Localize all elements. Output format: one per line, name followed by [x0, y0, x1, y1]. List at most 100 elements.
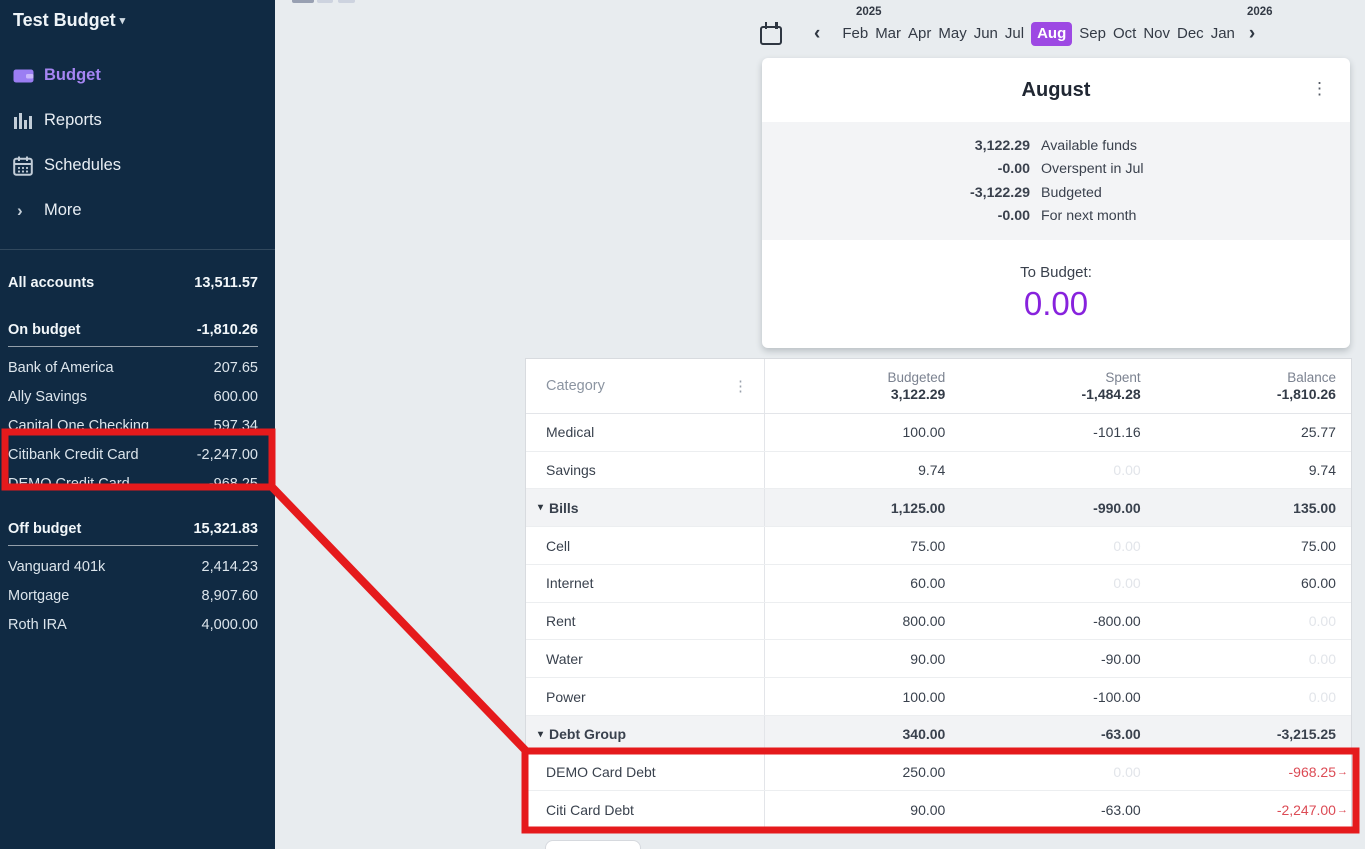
column-total: -1,484.28 [1081, 386, 1140, 402]
month-item[interactable]: Jan [1211, 23, 1235, 45]
budgeted-cell[interactable]: 90.00 [765, 791, 960, 828]
column-header: Balance-1,810.26 [1156, 359, 1351, 413]
spent-cell[interactable]: 0.00 [960, 754, 1155, 791]
balance-cell[interactable]: -3,215.25 [1156, 716, 1351, 753]
account-row[interactable]: Citibank Credit Card-2,247.00 [0, 440, 275, 469]
category-row[interactable]: Citi Card Debt 90.00-63.00-2,247.00→ [526, 791, 1351, 828]
balance-cell[interactable]: 75.00 [1156, 527, 1351, 564]
budget-table-body: Medical100.00-101.1625.77Savings9.740.00… [526, 414, 1351, 828]
sidebar-nav: Budget Reports More Schedules › More [0, 53, 275, 233]
category-row[interactable]: Medical100.00-101.1625.77 [526, 414, 1351, 452]
spent-cell[interactable]: -990.00 [960, 489, 1155, 526]
column-header: Spent-1,484.28 [960, 359, 1155, 413]
budgeted-cell[interactable]: 60.00 [765, 565, 960, 602]
account-row[interactable]: Mortgage8,907.60 [0, 581, 275, 610]
kebab-menu-icon[interactable]: ⋮ [733, 377, 748, 395]
account-balance: 8,907.60 [202, 588, 258, 604]
account-row[interactable]: Bank of America 207.65 [0, 353, 275, 382]
prev-month-button[interactable]: ‹ [808, 23, 826, 45]
account-balance: 207.65 [214, 360, 258, 376]
spent-cell[interactable]: 0.00 [960, 565, 1155, 602]
month-summary-card: August ⋮ 3,122.29Available funds-0.00Ove… [762, 58, 1350, 348]
spent-cell[interactable]: 0.00 [960, 452, 1155, 489]
category-name: Debt Group [549, 726, 626, 742]
budgeted-cell[interactable]: 340.00 [765, 716, 960, 753]
month-item[interactable]: Sep [1079, 23, 1106, 45]
budgeted-cell[interactable]: 9.74 [765, 452, 960, 489]
spent-cell[interactable]: -101.16 [960, 414, 1155, 451]
month-item[interactable]: Mar [875, 23, 901, 45]
account-row[interactable]: Roth IRA4,000.00 [0, 610, 275, 639]
sidebar-item-schedules[interactable]: More Schedules [0, 143, 275, 188]
budgeted-cell[interactable]: 90.00 [765, 640, 960, 677]
month-item-selected[interactable]: Aug [1031, 22, 1072, 46]
summary-label: Overspent in Jul [1041, 161, 1144, 177]
category-row[interactable]: Rent 800.00-800.000.00 [526, 603, 1351, 641]
month-item[interactable]: Nov [1143, 23, 1170, 45]
month-item[interactable]: Feb [842, 23, 868, 45]
add-group-button[interactable] [545, 840, 641, 849]
category-group-row[interactable]: ▾ Debt Group 340.00-63.00-3,215.25 [526, 716, 1351, 754]
account-row[interactable]: Ally Savings600.00 [0, 382, 275, 411]
balance-cell[interactable]: 9.74 [1156, 452, 1351, 489]
carryover-arrow-icon: → [1337, 766, 1348, 778]
category-name: Rent [546, 613, 576, 629]
balance-cell[interactable]: 60.00 [1156, 565, 1351, 602]
to-budget-amount[interactable]: 0.00 [762, 285, 1350, 323]
budgeted-cell[interactable]: 75.00 [765, 527, 960, 564]
balance-cell[interactable]: 0.00 [1156, 603, 1351, 640]
all-accounts-row[interactable]: All accounts 13,511.57 [0, 268, 275, 297]
balance-cell[interactable]: 25.77 [1156, 414, 1351, 451]
balance-cell[interactable]: -968.25→ [1156, 754, 1351, 791]
account-name: Bank of America [8, 360, 114, 376]
spent-cell[interactable]: -63.00 [960, 791, 1155, 828]
on-budget-balance: -1,810.26 [197, 322, 258, 338]
budgeted-cell[interactable]: 100.00 [765, 678, 960, 715]
calendar-icon[interactable] [760, 22, 782, 46]
account-row[interactable]: DEMO Credit Card-968.25 [0, 469, 275, 498]
account-name: Citibank Credit Card [8, 447, 139, 463]
balance-cell[interactable]: 0.00 [1156, 640, 1351, 677]
category-row[interactable]: Internet60.000.0060.00 [526, 565, 1351, 603]
category-row[interactable]: DEMO Card Debt250.000.00-968.25→ [526, 754, 1351, 792]
month-item[interactable]: Oct [1113, 23, 1136, 45]
month-item[interactable]: Dec [1177, 23, 1204, 45]
sidebar-item-reports[interactable]: Reports [0, 98, 275, 143]
spent-cell[interactable]: -90.00 [960, 640, 1155, 677]
month-item[interactable]: Jul [1005, 23, 1024, 45]
balance-cell[interactable]: 0.00 [1156, 678, 1351, 715]
account-row[interactable]: Capital One Checking597.34 [0, 411, 275, 440]
category-row[interactable]: Savings9.740.009.74 [526, 452, 1351, 490]
budget-file-name: Test Budget [13, 10, 116, 30]
balance-cell[interactable]: -2,247.00→ [1156, 791, 1351, 828]
spent-cell[interactable]: 0.00 [960, 527, 1155, 564]
collapse-caret-icon[interactable]: ▾ [538, 729, 543, 740]
budgeted-cell[interactable]: 100.00 [765, 414, 960, 451]
month-item[interactable]: Jun [974, 23, 998, 45]
off-budget-row[interactable]: Off budget 15,321.83 [0, 514, 275, 543]
collapse-caret-icon[interactable]: ▾ [538, 502, 543, 513]
category-group-row[interactable]: ▾Bills1,125.00-990.00135.00 [526, 489, 1351, 527]
spent-cell[interactable]: -63.00 [960, 716, 1155, 753]
month-item[interactable]: Apr [908, 23, 931, 45]
budget-file-switcher[interactable]: Test Budget▾ [0, 0, 275, 31]
account-row[interactable]: Vanguard 401k2,414.23 [0, 552, 275, 581]
month-item[interactable]: May [938, 23, 966, 45]
category-row[interactable]: Cell75.000.0075.00 [526, 527, 1351, 565]
category-name: Citi Card Debt [546, 802, 634, 818]
on-budget-row[interactable]: On budget -1,810.26 [0, 315, 275, 344]
budgeted-cell[interactable]: 250.00 [765, 754, 960, 791]
sidebar-item-more[interactable]: › More [0, 188, 275, 233]
sidebar-item-budget[interactable]: Budget [0, 53, 275, 98]
budgeted-cell[interactable]: 1,125.00 [765, 489, 960, 526]
column-header: Budgeted3,122.29 [765, 359, 960, 413]
category-row[interactable]: Power100.00-100.000.00 [526, 678, 1351, 716]
category-row[interactable]: Water90.00-90.000.00 [526, 640, 1351, 678]
account-name: DEMO Credit Card [8, 476, 130, 492]
kebab-menu-icon[interactable]: ⋮ [1311, 79, 1328, 99]
spent-cell[interactable]: -800.00 [960, 603, 1155, 640]
budgeted-cell[interactable]: 800.00 [765, 603, 960, 640]
spent-cell[interactable]: -100.00 [960, 678, 1155, 715]
balance-cell[interactable]: 135.00 [1156, 489, 1351, 526]
next-month-button[interactable]: › [1243, 23, 1261, 45]
